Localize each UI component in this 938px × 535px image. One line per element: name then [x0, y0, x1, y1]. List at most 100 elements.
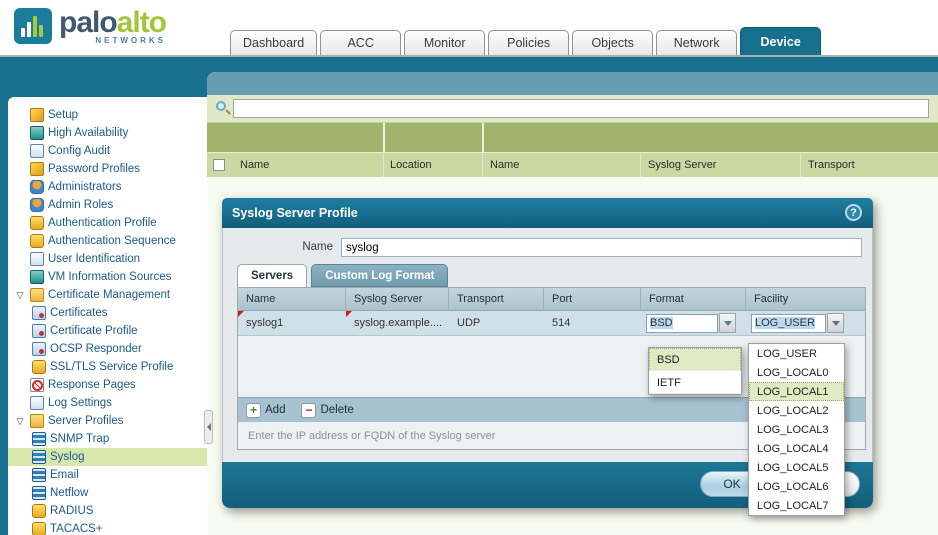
sidebar-item-authentication-profile[interactable]: Authentication Profile [8, 214, 207, 232]
format-option-bsd[interactable]: BSD [649, 348, 741, 371]
sidebar-item-label: TACACS+ [50, 523, 103, 535]
ssl-tls-service-profile-icon [32, 360, 46, 374]
sidebar-item-certificate-profile[interactable]: Certificate Profile [8, 322, 207, 340]
sidebar-item-email[interactable]: Email [8, 466, 207, 484]
column-header-syslog-server[interactable]: Syslog Server [648, 159, 716, 171]
server-row[interactable]: syslog1 syslog.example.... UDP 514 BSD L… [238, 311, 865, 336]
sidebar-item-vm-information-sources[interactable]: VM Information Sources [8, 268, 207, 286]
dialog-title-bar[interactable]: Syslog Server Profile ? [222, 198, 873, 228]
delete-button[interactable]: −Delete [301, 403, 353, 418]
format-dropdown-arrow-icon[interactable] [719, 313, 736, 333]
password-profiles-icon [30, 162, 44, 176]
snmp-trap-icon [32, 432, 46, 446]
sidebar-item-syslog[interactable]: Syslog [8, 448, 207, 466]
sidebar-item-admin-roles[interactable]: Admin Roles [8, 196, 207, 214]
cell-transport[interactable]: UDP [449, 311, 544, 335]
sidebar-item-setup[interactable]: Setup [8, 106, 207, 124]
select-all-checkbox[interactable] [213, 159, 225, 171]
facility-dropdown-arrow-icon[interactable] [827, 313, 844, 333]
cell-port[interactable]: 514 [544, 311, 641, 335]
sidebar-item-label: Administrators [48, 181, 122, 193]
tab-monitor[interactable]: Monitor [404, 30, 485, 55]
sidebar-item-snmp-trap[interactable]: SNMP Trap [8, 430, 207, 448]
facility-option-log-local4[interactable]: LOG_LOCAL4 [749, 439, 844, 458]
column-header-transport[interactable]: Transport [808, 159, 855, 171]
column-header-name[interactable]: Name [240, 159, 269, 171]
sidebar-item-administrators[interactable]: Administrators [8, 178, 207, 196]
tab-objects[interactable]: Objects [572, 30, 653, 55]
panel-top-band [207, 72, 938, 95]
column-header-location[interactable]: Location [390, 159, 432, 171]
sidebar-item-certificate-management[interactable]: ▽Certificate Management [8, 286, 207, 304]
expand-arrow-icon[interactable]: ▽ [14, 290, 26, 301]
col-name[interactable]: Name [238, 288, 346, 310]
servers-table-header: Name Syslog Server Transport Port Format… [238, 288, 865, 311]
sidebar-item-label: Certificates [50, 307, 108, 319]
sidebar-item-label: Password Profiles [48, 163, 140, 175]
format-combo-input[interactable]: BSD [646, 314, 718, 333]
sidebar-collapse-handle[interactable] [204, 410, 213, 444]
log-settings-icon [30, 396, 44, 410]
sidebar-item-radius[interactable]: RADIUS [8, 502, 207, 520]
sidebar-item-authentication-sequence[interactable]: Authentication Sequence [8, 232, 207, 250]
cell-name[interactable]: syslog1 [238, 311, 346, 335]
column-header-name2[interactable]: Name [490, 159, 519, 171]
tab-servers[interactable]: Servers [237, 264, 307, 287]
sidebar-item-response-pages[interactable]: Response Pages [8, 376, 207, 394]
tab-acc[interactable]: ACC [320, 30, 401, 55]
tab-dashboard[interactable]: Dashboard [230, 30, 317, 55]
sidebar-item-netflow[interactable]: Netflow [8, 484, 207, 502]
main-nav-tabs: Dashboard ACC Monitor Policies Objects N… [230, 27, 821, 55]
format-option-ietf[interactable]: IETF [649, 371, 741, 394]
sidebar-item-server-profiles[interactable]: ▽Server Profiles [8, 412, 207, 430]
cell-facility: LOG_USER [746, 311, 865, 335]
sidebar-item-label: Admin Roles [48, 199, 113, 211]
group-header-segment [207, 123, 383, 152]
sidebar-item-log-settings[interactable]: Log Settings [8, 394, 207, 412]
col-port[interactable]: Port [544, 288, 641, 310]
transport-value: UDP [457, 317, 480, 329]
sidebar-item-certificates[interactable]: Certificates [8, 304, 207, 322]
tab-custom-log-format[interactable]: Custom Log Format [311, 264, 448, 287]
col-syslog-server[interactable]: Syslog Server [346, 288, 449, 310]
facility-dropdown-list: LOG_USER LOG_LOCAL0 LOG_LOCAL1 LOG_LOCAL… [748, 343, 845, 516]
profile-name-input[interactable] [341, 238, 862, 257]
pan-os-screen: paloalto NETWORKS Dashboard ACC Monitor … [0, 0, 938, 535]
tab-policies[interactable]: Policies [488, 30, 569, 55]
sidebar-item-label: Log Settings [48, 397, 112, 409]
sidebar-item-user-identification[interactable]: User Identification [8, 250, 207, 268]
sidebar-item-password-profiles[interactable]: Password Profiles [8, 160, 207, 178]
col-facility[interactable]: Facility [746, 288, 865, 310]
cell-syslog-server[interactable]: syslog.example.... [346, 311, 449, 335]
facility-option-log-local1[interactable]: LOG_LOCAL1 [749, 382, 844, 401]
sidebar-item-ocsp-responder[interactable]: OCSP Responder [8, 340, 207, 358]
col-format[interactable]: Format [641, 288, 746, 310]
sidebar-item-label: Setup [48, 109, 78, 121]
brand-name-secondary: alto [117, 6, 166, 39]
sidebar-item-config-audit[interactable]: Config Audit [8, 142, 207, 160]
help-icon[interactable]: ? [845, 204, 862, 221]
expand-arrow-icon[interactable]: ▽ [14, 416, 26, 427]
dialog-title: Syslog Server Profile [232, 206, 358, 220]
facility-option-log-local3[interactable]: LOG_LOCAL3 [749, 420, 844, 439]
facility-option-log-user[interactable]: LOG_USER [749, 344, 844, 363]
col-transport[interactable]: Transport [449, 288, 544, 310]
high-availability-icon [30, 126, 44, 140]
facility-combo-input[interactable]: LOG_USER [751, 314, 826, 333]
cell-format: BSD [641, 311, 746, 335]
add-button[interactable]: +Add [246, 403, 285, 418]
sidebar-item-ssl-tls-service-profile[interactable]: SSL/TLS Service Profile [8, 358, 207, 376]
tab-device[interactable]: Device [740, 27, 821, 55]
facility-option-log-local2[interactable]: LOG_LOCAL2 [749, 401, 844, 420]
facility-option-log-local7[interactable]: LOG_LOCAL7 [749, 496, 844, 515]
sidebar-item-high-availability[interactable]: High Availability [8, 124, 207, 142]
facility-option-log-local5[interactable]: LOG_LOCAL5 [749, 458, 844, 477]
paloalto-logo-icon [14, 8, 52, 44]
format-combo: BSD [646, 313, 736, 333]
top-header: paloalto NETWORKS Dashboard ACC Monitor … [0, 0, 938, 57]
facility-option-log-local0[interactable]: LOG_LOCAL0 [749, 363, 844, 382]
sidebar-item-tacacs[interactable]: TACACS+ [8, 520, 207, 535]
search-input[interactable] [233, 99, 929, 118]
facility-option-log-local6[interactable]: LOG_LOCAL6 [749, 477, 844, 496]
tab-network[interactable]: Network [656, 30, 737, 55]
